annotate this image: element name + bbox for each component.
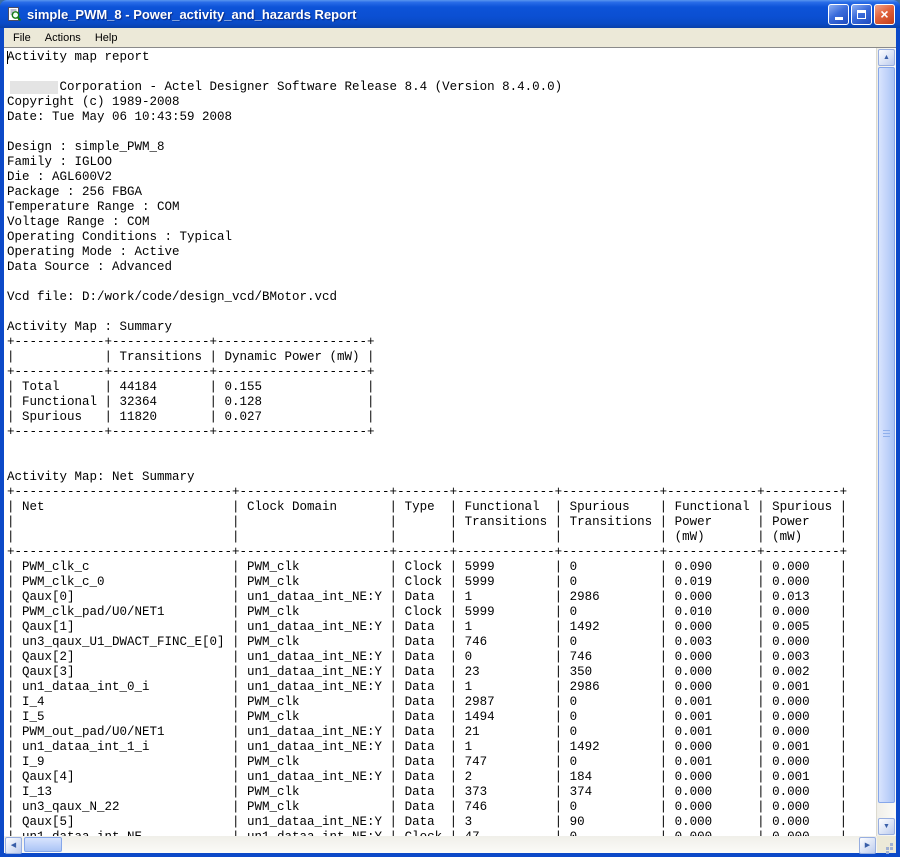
title-bar[interactable]: simple_PWM_8 - Power_activity_and_hazard…	[0, 0, 900, 28]
menu-help[interactable]: Help	[88, 30, 125, 46]
content-area: Activity map report Corporation - Actel …	[4, 47, 896, 836]
scroll-left-button[interactable]: ◀	[5, 837, 22, 854]
scroll-right-icon: ▶	[865, 842, 870, 849]
app-window: simple_PWM_8 - Power_activity_and_hazard…	[0, 0, 900, 857]
maximize-button[interactable]	[851, 4, 872, 25]
vertical-scroll-track[interactable]	[877, 67, 896, 817]
report-viewport[interactable]: Activity map report Corporation - Actel …	[4, 48, 876, 836]
minimize-icon	[835, 17, 843, 20]
report-text: Activity map report Corporation - Actel …	[4, 48, 876, 836]
horizontal-scrollbar[interactable]: ◀ ▶	[4, 836, 877, 853]
menu-actions[interactable]: Actions	[38, 30, 88, 46]
window-title: simple_PWM_8 - Power_activity_and_hazard…	[27, 7, 823, 22]
resize-grip[interactable]	[877, 836, 896, 853]
horizontal-scroll-thumb[interactable]	[24, 837, 62, 852]
redacted-company-box	[10, 81, 58, 94]
menu-file[interactable]: File	[6, 30, 38, 46]
horizontal-scroll-track[interactable]	[23, 836, 858, 853]
window-controls: ×	[828, 4, 895, 25]
close-icon: ×	[880, 7, 888, 21]
text-cursor	[7, 51, 8, 64]
menu-bar: File Actions Help	[4, 28, 896, 47]
scroll-up-icon: ▲	[883, 54, 890, 61]
minimize-button[interactable]	[828, 4, 849, 25]
scroll-down-button[interactable]: ▼	[878, 818, 895, 835]
bottom-bar: ◀ ▶	[4, 836, 896, 853]
close-button[interactable]: ×	[874, 4, 895, 25]
report-document-magnifier-icon[interactable]	[6, 6, 22, 22]
vertical-scrollbar[interactable]: ▲ ▼	[876, 48, 896, 836]
scroll-left-icon: ◀	[11, 842, 16, 849]
maximize-icon	[857, 10, 866, 19]
scroll-up-button[interactable]: ▲	[878, 49, 895, 66]
scroll-right-button[interactable]: ▶	[859, 837, 876, 854]
vertical-scroll-thumb[interactable]	[878, 67, 895, 803]
scroll-down-icon: ▼	[883, 823, 890, 830]
